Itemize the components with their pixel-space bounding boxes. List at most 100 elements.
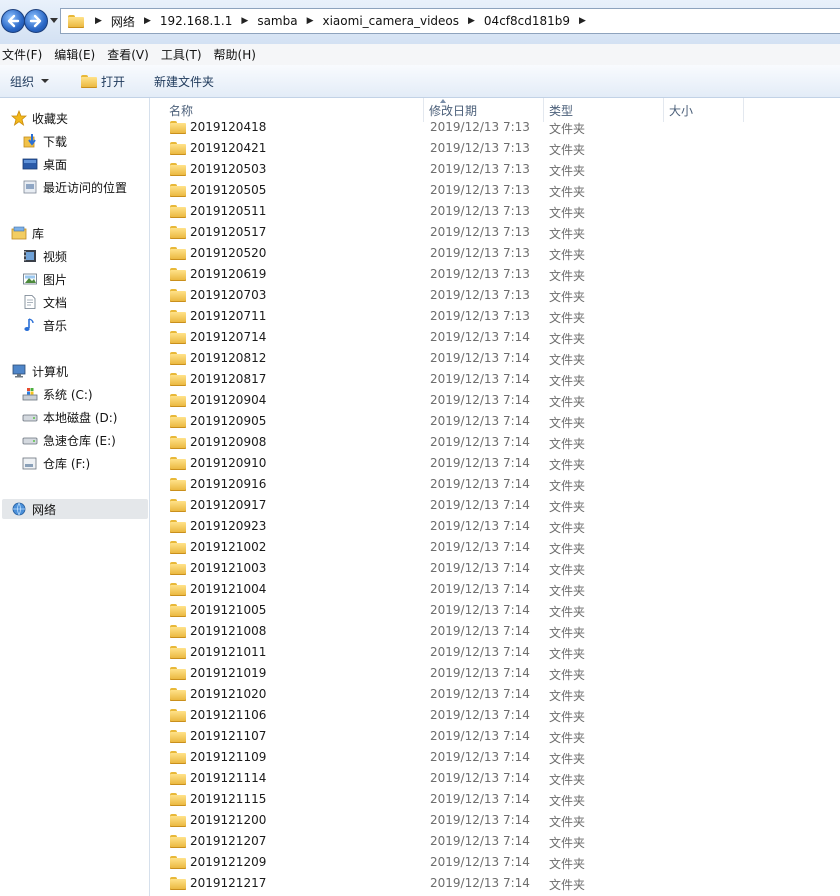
desktop-icon bbox=[22, 156, 38, 172]
file-row[interactable]: 2019120905 2019/12/13 7:14 文件夹 bbox=[151, 411, 840, 432]
file-row[interactable]: 2019121002 2019/12/13 7:14 文件夹 bbox=[151, 537, 840, 558]
file-row[interactable]: 2019121217 2019/12/13 7:14 文件夹 bbox=[151, 873, 840, 894]
file-row[interactable]: 2019121114 2019/12/13 7:14 文件夹 bbox=[151, 768, 840, 789]
download-icon bbox=[22, 133, 38, 149]
nav-item-drive-f[interactable]: 仓库 (F:) bbox=[22, 453, 90, 473]
file-row[interactable]: 2019121115 2019/12/13 7:14 文件夹 bbox=[151, 789, 840, 810]
file-row[interactable]: 2019120714 2019/12/13 7:14 文件夹 bbox=[151, 327, 840, 348]
file-row[interactable]: 2019120418 2019/12/13 7:13 文件夹 bbox=[151, 117, 840, 138]
menu-view[interactable]: 查看(V) bbox=[105, 46, 156, 63]
menu-file[interactable]: 文件(F) bbox=[0, 46, 49, 63]
file-type: 文件夹 bbox=[549, 374, 586, 388]
nav-network[interactable]: 网络 bbox=[2, 499, 148, 519]
new-folder-button[interactable]: 新建文件夹 bbox=[154, 73, 214, 90]
file-row[interactable]: 2019120520 2019/12/13 7:13 文件夹 bbox=[151, 243, 840, 264]
file-row[interactable]: 2019120619 2019/12/13 7:13 文件夹 bbox=[151, 264, 840, 285]
nav-libraries[interactable]: 库 bbox=[11, 223, 44, 243]
nav-item-drive-c[interactable]: 系统 (C:) bbox=[22, 384, 93, 404]
file-name: 2019120517 bbox=[190, 225, 267, 239]
document-icon bbox=[22, 294, 38, 310]
menu-edit[interactable]: 编辑(E) bbox=[52, 46, 102, 63]
breadcrumb-folder[interactable]: xiaomi_camera_videos bbox=[323, 14, 460, 28]
file-row[interactable]: 2019121109 2019/12/13 7:14 文件夹 bbox=[151, 747, 840, 768]
file-row[interactable]: 2019120904 2019/12/13 7:14 文件夹 bbox=[151, 390, 840, 411]
file-row[interactable]: 2019121008 2019/12/13 7:14 文件夹 bbox=[151, 621, 840, 642]
nav-item-desktop[interactable]: 桌面 bbox=[22, 154, 67, 174]
file-row[interactable]: 2019121200 2019/12/13 7:14 文件夹 bbox=[151, 810, 840, 831]
menu-help[interactable]: 帮助(H) bbox=[212, 46, 263, 63]
file-row[interactable]: 2019120421 2019/12/13 7:13 文件夹 bbox=[151, 138, 840, 159]
nav-item-drive-d[interactable]: 本地磁盘 (D:) bbox=[22, 407, 117, 427]
chevron-down-icon bbox=[41, 79, 50, 83]
nav-item-music[interactable]: 音乐 bbox=[22, 315, 67, 335]
file-row[interactable]: 2019120812 2019/12/13 7:14 文件夹 bbox=[151, 348, 840, 369]
file-modified-date: 2019/12/13 7:14 bbox=[430, 435, 530, 449]
file-row[interactable]: 2019121106 2019/12/13 7:14 文件夹 bbox=[151, 705, 840, 726]
file-row[interactable]: 2019121011 2019/12/13 7:14 文件夹 bbox=[151, 642, 840, 663]
breadcrumb-separator-icon[interactable]: ▶ bbox=[307, 16, 314, 26]
file-modified-date: 2019/12/13 7:14 bbox=[430, 372, 530, 386]
folder-icon bbox=[170, 163, 186, 176]
breadcrumb-share[interactable]: samba bbox=[257, 14, 297, 28]
file-type: 文件夹 bbox=[549, 311, 586, 325]
file-row[interactable]: 2019120916 2019/12/13 7:14 文件夹 bbox=[151, 474, 840, 495]
file-type: 文件夹 bbox=[549, 605, 586, 619]
file-type: 文件夹 bbox=[549, 668, 586, 682]
breadcrumb-network[interactable]: 网络 bbox=[111, 13, 135, 30]
file-row[interactable]: 2019120923 2019/12/13 7:14 文件夹 bbox=[151, 516, 840, 537]
file-row[interactable]: 2019120505 2019/12/13 7:13 文件夹 bbox=[151, 180, 840, 201]
breadcrumb-separator-icon[interactable]: ▶ bbox=[144, 16, 151, 26]
file-type: 文件夹 bbox=[549, 752, 586, 766]
address-field[interactable]: ▶ 网络 ▶ 192.168.1.1 ▶ samba ▶ xiaomi_came… bbox=[60, 8, 840, 34]
back-arrow-icon bbox=[7, 14, 20, 28]
breadcrumb-host[interactable]: 192.168.1.1 bbox=[160, 14, 233, 28]
folder-icon bbox=[170, 604, 186, 617]
file-row[interactable]: 2019120517 2019/12/13 7:13 文件夹 bbox=[151, 222, 840, 243]
recent-pages-dropdown[interactable] bbox=[50, 18, 58, 23]
breadcrumb-current[interactable]: 04cf8cd181b9 bbox=[484, 14, 570, 28]
file-row[interactable]: 2019121107 2019/12/13 7:14 文件夹 bbox=[151, 726, 840, 747]
command-toolbar: 组织 打开 新建文件夹 bbox=[0, 65, 840, 98]
file-row[interactable]: 2019120817 2019/12/13 7:14 文件夹 bbox=[151, 369, 840, 390]
file-row[interactable]: 2019120908 2019/12/13 7:14 文件夹 bbox=[151, 432, 840, 453]
folder-icon bbox=[170, 667, 186, 680]
file-row[interactable]: 2019120910 2019/12/13 7:14 文件夹 bbox=[151, 453, 840, 474]
file-row[interactable]: 2019120917 2019/12/13 7:14 文件夹 bbox=[151, 495, 840, 516]
nav-computer[interactable]: 计算机 bbox=[11, 361, 68, 381]
organize-button[interactable]: 组织 bbox=[10, 73, 50, 90]
nav-favorites[interactable]: 收藏夹 bbox=[10, 108, 68, 128]
file-type: 文件夹 bbox=[549, 437, 586, 451]
nav-item-documents[interactable]: 文档 bbox=[22, 292, 67, 312]
file-row[interactable]: 2019121005 2019/12/13 7:14 文件夹 bbox=[151, 600, 840, 621]
file-row[interactable]: 2019120503 2019/12/13 7:13 文件夹 bbox=[151, 159, 840, 180]
file-row[interactable]: 2019121019 2019/12/13 7:14 文件夹 bbox=[151, 663, 840, 684]
open-button[interactable]: 打开 bbox=[81, 73, 125, 90]
file-row[interactable]: 2019121207 2019/12/13 7:14 文件夹 bbox=[151, 831, 840, 852]
file-row[interactable]: 2019121003 2019/12/13 7:14 文件夹 bbox=[151, 558, 840, 579]
menu-tools[interactable]: 工具(T) bbox=[159, 46, 209, 63]
folder-icon bbox=[170, 352, 186, 365]
file-row[interactable]: 2019121004 2019/12/13 7:14 文件夹 bbox=[151, 579, 840, 600]
breadcrumb-separator-icon[interactable]: ▶ bbox=[95, 16, 102, 26]
breadcrumb-separator-icon[interactable]: ▶ bbox=[579, 16, 586, 26]
nav-item-recent-places[interactable]: 最近访问的位置 bbox=[22, 177, 127, 197]
breadcrumb-separator-icon[interactable]: ▶ bbox=[468, 16, 475, 26]
forward-button[interactable] bbox=[24, 9, 48, 33]
file-row[interactable]: 2019120511 2019/12/13 7:13 文件夹 bbox=[151, 201, 840, 222]
nav-item-videos[interactable]: 视频 bbox=[22, 246, 67, 266]
breadcrumb-separator-icon[interactable]: ▶ bbox=[241, 16, 248, 26]
folder-icon bbox=[170, 856, 186, 869]
file-name: 2019121011 bbox=[190, 645, 267, 659]
folder-icon bbox=[170, 394, 186, 407]
file-type: 文件夹 bbox=[549, 647, 586, 661]
file-row[interactable]: 2019120703 2019/12/13 7:13 文件夹 bbox=[151, 285, 840, 306]
back-button[interactable] bbox=[1, 9, 25, 33]
file-row[interactable]: 2019120711 2019/12/13 7:13 文件夹 bbox=[151, 306, 840, 327]
file-row[interactable]: 2019121020 2019/12/13 7:14 文件夹 bbox=[151, 684, 840, 705]
file-modified-date: 2019/12/13 7:14 bbox=[430, 834, 530, 848]
file-row[interactable]: 2019121209 2019/12/13 7:14 文件夹 bbox=[151, 852, 840, 873]
nav-item-drive-e[interactable]: 急速仓库 (E:) bbox=[22, 430, 116, 450]
nav-item-pictures[interactable]: 图片 bbox=[22, 269, 67, 289]
file-modified-date: 2019/12/13 7:14 bbox=[430, 708, 530, 722]
nav-item-downloads[interactable]: 下载 bbox=[22, 131, 67, 151]
